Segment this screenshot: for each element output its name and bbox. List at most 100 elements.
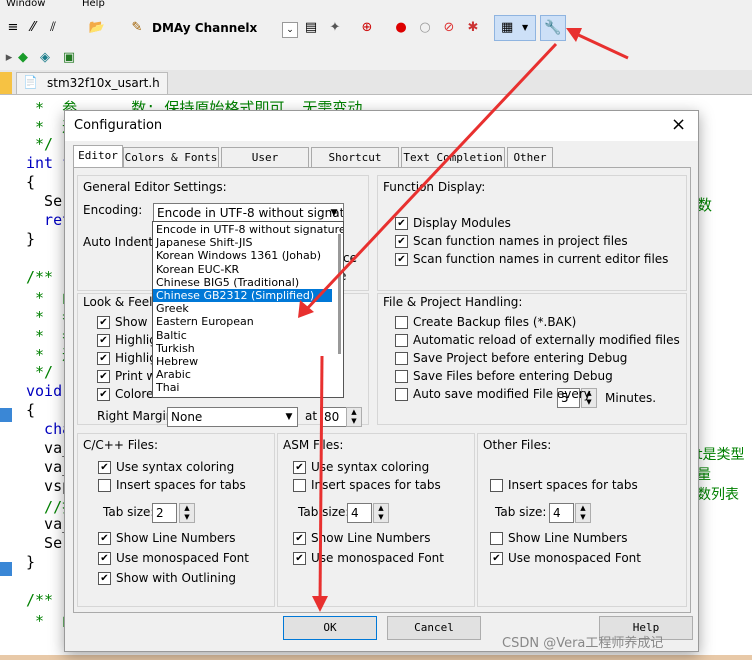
asm-spaces-checkbox[interactable] — [293, 479, 306, 492]
auto-indent-label: Auto Indent: — [83, 235, 158, 249]
right-margin-column-input[interactable]: 80 — [320, 407, 347, 427]
main-toolbar: ≡ ⁄⁄ ⫽ 📂 ✎ DMAy Channelx ⌄ ▤ ✦ ⊕ ● ○ ⊘ ✱… — [0, 10, 752, 45]
run-icon[interactable]: ◆ — [14, 48, 32, 66]
cpp-line-numbers-checkbox[interactable]: ✔ — [98, 532, 111, 545]
asm-spaces-label: Insert spaces for tabs — [311, 478, 441, 492]
encoding-option[interactable]: Korean Windows 1361 (Johab) — [153, 249, 332, 262]
menu-window[interactable]: Window — [6, 0, 45, 9]
encoding-option[interactable]: Thai — [153, 381, 332, 394]
asm-monospace-checkbox[interactable]: ✔ — [293, 552, 306, 565]
fp-list-checkbox[interactable] — [395, 370, 408, 383]
other-files-label: Other Files: — [483, 438, 552, 452]
lf-list-checkbox[interactable]: ✔ — [97, 316, 110, 329]
configuration-wrench-button[interactable]: 🔧 — [540, 15, 566, 41]
fp-list-checkbox[interactable] — [395, 334, 408, 347]
fd-list-checkbox[interactable]: ✔ — [395, 217, 408, 230]
indent-icon[interactable]: ≡ — [4, 18, 22, 36]
asm-line-numbers-checkbox[interactable]: ✔ — [293, 532, 306, 545]
document-icon[interactable]: ▤ — [302, 18, 320, 36]
other-tab-size-input[interactable]: 4 — [549, 503, 574, 523]
fd-list-label: Scan function names in current editor fi… — [413, 252, 669, 266]
tab-colors-fonts[interactable]: Colors & Fonts — [123, 147, 219, 168]
lf-list-checkbox[interactable]: ✔ — [97, 334, 110, 347]
close-icon[interactable]: × — [671, 114, 686, 135]
package-installer-icon[interactable]: ▣ — [60, 48, 78, 66]
encoding-option[interactable]: Eastern European — [153, 315, 332, 328]
other-monospace-checkbox[interactable]: ✔ — [490, 552, 503, 565]
cpp-tab-size-spinner[interactable]: ▲ ▼ — [179, 503, 195, 523]
target-dropdown[interactable]: ⌄ — [282, 22, 298, 38]
auto-indent-partial-text: ce — [343, 251, 357, 265]
watermark: CSDN @Vera工程师养成记 — [502, 636, 664, 651]
editor-right-text: 数列表 — [697, 487, 739, 503]
tab-shortcut-keys[interactable]: Shortcut Keys — [311, 147, 399, 184]
cpp-syntax-checkbox[interactable]: ✔ — [98, 461, 111, 474]
active-file-tab[interactable] — [0, 72, 12, 94]
comment-icon[interactable]: ⁄⁄ — [24, 18, 42, 36]
encoding-option[interactable]: Encode in UTF-8 without signature — [153, 223, 343, 236]
menu-help[interactable]: Help — [82, 0, 105, 9]
tab-editor[interactable]: Editor — [73, 145, 123, 168]
cpp-outlining-checkbox[interactable]: ✔ — [98, 572, 111, 585]
kill-breakpoints-icon[interactable]: ✱ — [464, 18, 482, 36]
header-file-icon: 📄 — [23, 75, 38, 89]
right-margin-spinner[interactable]: ▲ ▼ — [346, 407, 362, 427]
cpp-monospace-checkbox[interactable]: ✔ — [98, 552, 111, 565]
encoding-option[interactable]: Chinese BIG5 (Traditional) — [153, 276, 332, 289]
tab-user-keywords[interactable]: User Keywords — [221, 147, 309, 184]
lf-list-checkbox[interactable]: ✔ — [97, 352, 110, 365]
uncomment-icon[interactable]: ⫽ — [44, 18, 62, 36]
fp-list-label: Save Files before entering Debug — [413, 369, 613, 383]
encoding-option[interactable]: Chinese GB2312 (Simplified) — [153, 289, 332, 302]
cpp-spaces-label: Insert spaces for tabs — [116, 478, 246, 492]
debug-icon[interactable]: ⊕ — [358, 18, 376, 36]
ok-button[interactable]: OK — [283, 616, 377, 640]
incremental-find-icon[interactable]: ✦ — [326, 18, 344, 36]
other-tab-size-spinner[interactable]: ▲ ▼ — [575, 503, 591, 523]
other-spaces-checkbox[interactable] — [490, 479, 503, 492]
fp-list-checkbox[interactable] — [395, 352, 408, 365]
encoding-option[interactable]: Korean EUC-KR — [153, 263, 332, 276]
asm-tab-size-label: Tab size: — [298, 505, 350, 519]
fp-list-checkbox[interactable] — [395, 388, 408, 401]
encoding-select[interactable]: Encode in UTF-8 without signature ▼ — [153, 203, 344, 223]
right-margin-column-value: 80 — [324, 410, 340, 424]
fd-list-label: Scan function names in project files — [413, 234, 628, 248]
encoding-dropdown-list: Encode in UTF-8 without signature Japanes… — [152, 221, 344, 398]
fd-list-checkbox[interactable]: ✔ — [395, 235, 408, 248]
window-layout-button[interactable]: ▦ ▼ — [494, 15, 536, 41]
cpp-outlining-label: Show with Outlining — [116, 571, 237, 585]
chevron-down-icon: ▼ — [330, 208, 338, 218]
find-icon[interactable]: ✎ — [128, 18, 146, 36]
cpp-tab-size-input[interactable]: 2 — [152, 503, 177, 523]
encoding-option[interactable]: Japanese Shift-JIS — [153, 236, 332, 249]
pack-icon[interactable]: ◈ — [36, 48, 54, 66]
fd-list-checkbox[interactable]: ✔ — [395, 253, 408, 266]
tab-other[interactable]: Other — [507, 147, 553, 168]
function-display-label: Function Display: — [383, 180, 486, 194]
fp-list-checkbox[interactable] — [395, 316, 408, 329]
encoding-option[interactable]: Hebrew — [153, 355, 332, 368]
asm-tab-size-input[interactable]: 4 — [347, 503, 372, 523]
file-tab[interactable]: 📄 stm32f10x_usart.h — [16, 72, 168, 94]
breakpoint-disabled-icon[interactable]: ○ — [416, 18, 434, 36]
chevron-down-icon: ▼ — [285, 412, 293, 422]
lf-list-checkbox[interactable]: ✔ — [97, 370, 110, 383]
find-in-files-icon[interactable]: 📂 — [88, 18, 106, 36]
asm-tab-size-spinner[interactable]: ▲ ▼ — [373, 503, 389, 523]
encoding-option[interactable]: Arabic — [153, 368, 332, 381]
other-line-numbers-checkbox[interactable] — [490, 532, 503, 545]
disable-breakpoints-icon[interactable]: ⊘ — [440, 18, 458, 36]
tab-text-completion[interactable]: Text Completion — [401, 147, 505, 168]
cpp-spaces-checkbox[interactable] — [98, 479, 111, 492]
lf-list-checkbox[interactable]: ✔ — [97, 388, 110, 401]
editor-right-text: t是类型 — [697, 447, 745, 463]
right-margin-select[interactable]: None ▼ — [167, 407, 298, 427]
encoding-option[interactable]: Baltic — [153, 329, 332, 342]
encoding-option[interactable]: Turkish — [153, 342, 332, 355]
asm-syntax-checkbox[interactable]: ✔ — [293, 461, 306, 474]
cancel-button[interactable]: Cancel — [387, 616, 481, 640]
dropdown-scrollbar[interactable] — [338, 234, 341, 354]
encoding-option[interactable]: Greek — [153, 302, 332, 315]
breakpoint-icon[interactable]: ● — [392, 18, 410, 36]
